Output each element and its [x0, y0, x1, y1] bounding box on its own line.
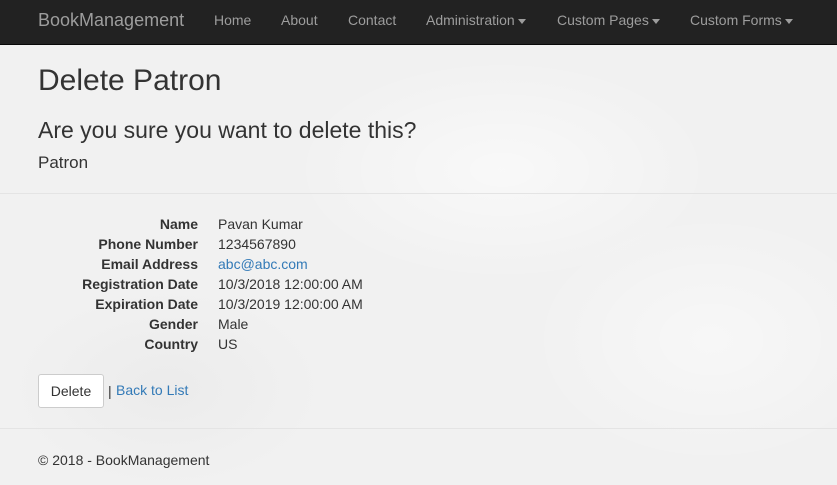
nav-custom-pages-label: Custom Pages — [557, 12, 649, 28]
footer-divider — [0, 428, 837, 429]
detail-value: Male — [218, 316, 249, 332]
detail-label: Name — [159, 216, 198, 232]
detail-value: US — [218, 336, 238, 352]
back-to-list-link[interactable]: Back to List — [116, 380, 188, 400]
detail-value: 10/3/2018 12:00:00 AM — [218, 276, 363, 292]
nav-home-link[interactable]: Home — [214, 0, 251, 45]
nav-home-label: Home — [214, 12, 252, 28]
nav-custom-forms-dropdown[interactable]: Custom Forms — [690, 0, 793, 45]
detail-label: Registration Date — [82, 276, 198, 292]
brand-link[interactable]: BookManagement — [38, 0, 184, 45]
detail-value: 10/3/2019 12:00:00 AM — [218, 296, 363, 312]
detail-row-registration-date: Registration Date 10/3/2018 12:00:00 AM — [38, 274, 638, 294]
email-link[interactable]: abc@abc.com — [218, 254, 308, 274]
detail-label: Phone Number — [98, 236, 198, 252]
nav-contact-label: Contact — [348, 12, 397, 28]
nav-custom-pages-dropdown[interactable]: Custom Pages — [557, 0, 660, 45]
page-title: Delete Patron — [38, 64, 222, 97]
caret-down-icon — [784, 18, 793, 24]
detail-row-email: Email Address abc@abc.com — [38, 254, 638, 274]
detail-label: Expiration Date — [95, 296, 198, 312]
patron-details: Name Pavan Kumar Phone Number 1234567890… — [38, 214, 638, 354]
action-separator: | — [108, 383, 112, 399]
detail-value: 1234567890 — [218, 236, 296, 252]
delete-confirm-heading: Are you sure you want to delete this? — [38, 117, 417, 143]
detail-label: Gender — [148, 316, 198, 332]
divider — [0, 193, 837, 194]
nav-custom-forms-label: Custom Forms — [690, 12, 782, 28]
detail-row-phone: Phone Number 1234567890 — [38, 234, 638, 254]
detail-label: Country — [144, 336, 198, 352]
detail-row-country: Country US — [38, 334, 638, 354]
detail-label: Email Address — [101, 256, 198, 272]
nav-administration-label: Administration — [426, 12, 515, 28]
nav-about-label: About — [281, 12, 318, 28]
detail-value: Pavan Kumar — [218, 216, 303, 232]
footer-copyright: © 2018 - BookManagement — [38, 452, 210, 468]
nav-administration-dropdown[interactable]: Administration — [426, 0, 526, 45]
detail-row-name: Name Pavan Kumar — [38, 214, 638, 234]
entity-heading: Patron — [38, 153, 89, 172]
caret-down-icon — [517, 18, 526, 24]
delete-button[interactable]: Delete — [38, 374, 104, 408]
detail-row-expiration-date: Expiration Date 10/3/2019 12:00:00 AM — [38, 294, 638, 314]
detail-row-gender: Gender Male — [38, 314, 638, 334]
caret-down-icon — [651, 18, 660, 24]
nav-about-link[interactable]: About — [281, 0, 318, 45]
nav-contact-link[interactable]: Contact — [348, 0, 396, 45]
top-navbar: BookManagement Home About Contact Admini… — [0, 0, 837, 45]
